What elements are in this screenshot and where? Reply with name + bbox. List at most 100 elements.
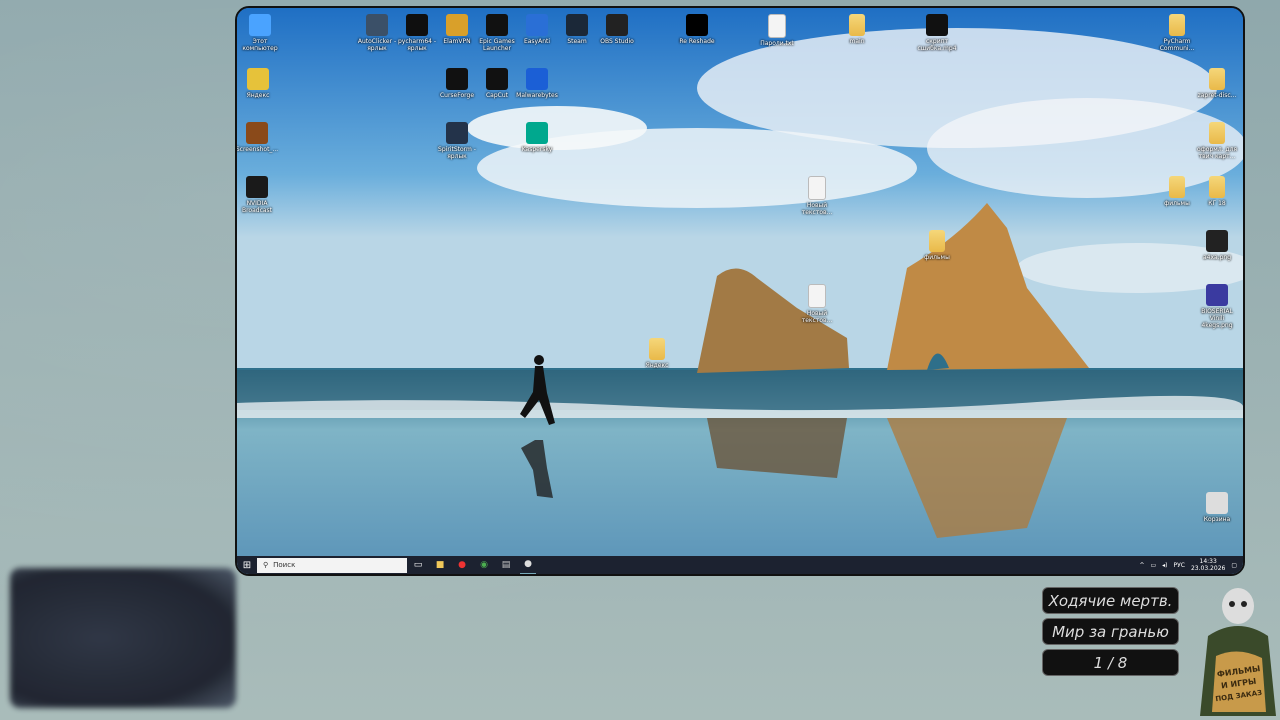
- document-icon: [808, 176, 826, 200]
- desktop-icon-label: PyCharm Communi...: [1159, 38, 1195, 52]
- chrome-icon[interactable]: ◉: [476, 556, 492, 574]
- desktop-icon[interactable]: Яндекс: [635, 338, 679, 369]
- desktop-icon[interactable]: Этот компьютер: [238, 14, 282, 52]
- desktop-icon-label: AutoClicker - ярлык: [357, 38, 397, 52]
- desktop-icon[interactable]: Malwarebytes: [515, 68, 559, 99]
- desktop-icon[interactable]: CapCut: [475, 68, 519, 99]
- desktop-icon[interactable]: скрипт сшибка.mp4: [915, 14, 959, 52]
- app-icon: [486, 14, 508, 36]
- folder-icon: [1209, 68, 1225, 90]
- desktop-icon[interactable]: main: [835, 14, 879, 45]
- folder-icon: [929, 230, 945, 252]
- app-icon: [1206, 230, 1228, 252]
- app-icon: [446, 68, 468, 90]
- desktop-icon-label: Screenshot_...: [235, 146, 279, 153]
- desktop-wallpaper: [237, 8, 1243, 574]
- desktop-icon[interactable]: Steam: [555, 14, 599, 45]
- webcam-feed-blurred: [10, 568, 236, 708]
- file-explorer-icon[interactable]: ■: [432, 556, 448, 574]
- obs-icon[interactable]: ●: [520, 555, 536, 574]
- notification-icon[interactable]: ▢: [1231, 562, 1237, 569]
- desktop-icon-label: a4xa.png: [1202, 254, 1232, 261]
- overlay-item-1: Ходячие мертв.: [1042, 587, 1179, 614]
- network-icon[interactable]: ▭: [1150, 562, 1156, 569]
- desktop-icon[interactable]: Пароли.txt: [755, 14, 799, 47]
- desktop-icon[interactable]: Re Reshade: [675, 14, 719, 45]
- desktop-icon[interactable]: pycharm64 - ярлык: [395, 14, 439, 52]
- desktop-icon-label: Этот компьютер: [242, 38, 278, 52]
- desktop-icon[interactable]: Screenshot_...: [235, 122, 279, 153]
- desktop-icon[interactable]: CurseForge: [435, 68, 479, 99]
- volume-icon[interactable]: ◂): [1162, 562, 1167, 569]
- mascot-logo: ФИЛЬМЫ И ИГРЫ ПОД ЗАКАЗ: [1200, 588, 1276, 716]
- desktop-icon[interactable]: OBS Studio: [595, 14, 639, 45]
- taskbar: ⊞ ⚲ Поиск ▭ ■ ● ◉ ▤ ● ^ ▭ ◂) РУС 14:33 2…: [237, 556, 1243, 574]
- app-icon: [526, 68, 548, 90]
- desktop-icon[interactable]: EasyAnti: [515, 14, 559, 45]
- overlay-counter-text: 1 / 8: [1093, 653, 1128, 672]
- desktop-icon[interactable]: Новый текстов...: [795, 284, 839, 324]
- desktop-icon-label: Re Reshade: [679, 38, 715, 45]
- yandex-browser-icon[interactable]: ●: [454, 556, 470, 574]
- language-indicator[interactable]: РУС: [1174, 562, 1185, 569]
- desktop-icon-label: Kaspersky: [521, 146, 553, 153]
- app-icon: [526, 122, 548, 144]
- recycle-bin-icon: [1206, 492, 1228, 514]
- desktop-icon-label: ElamVPN: [443, 38, 471, 45]
- overlay-item-1-text: Ходячие мертв.: [1048, 591, 1173, 610]
- app-icon: [486, 68, 508, 90]
- app-icon: [606, 14, 628, 36]
- desktop-icon[interactable]: КГ 18: [1195, 176, 1239, 207]
- desktop-icon[interactable]: ElamVPN: [435, 14, 479, 45]
- search-placeholder: Поиск: [273, 561, 296, 569]
- app-icon: [249, 14, 271, 36]
- desktop-icon[interactable]: Epic Games Launcher: [475, 14, 519, 52]
- desktop-icon-label: Корзина: [1203, 516, 1231, 523]
- desktop-icon[interactable]: NVIDIA Broadcast: [237, 176, 279, 214]
- chevron-up-icon[interactable]: ^: [1139, 562, 1144, 569]
- task-view-icon[interactable]: ▭: [410, 556, 426, 574]
- desktop-icon[interactable]: PyCharm Communi...: [1155, 14, 1199, 52]
- app-icon: [446, 14, 468, 36]
- desktop-icon[interactable]: оформл. для твич карт...: [1195, 122, 1239, 160]
- overlay-item-2-text: Мир за гранью: [1052, 622, 1169, 641]
- start-button[interactable]: ⊞: [237, 556, 257, 574]
- overlay-counter: 1 / 8: [1042, 649, 1179, 676]
- desktop-icon[interactable]: Новый текстов...: [795, 176, 839, 216]
- clock-date: 23.03.2026: [1190, 565, 1226, 572]
- desktop-icon-label: CapCut: [485, 92, 509, 99]
- desktop-icon[interactable]: BIOSERIAL Vinili 4kegs.png: [1195, 284, 1239, 329]
- app-icon: [686, 14, 708, 36]
- desktop-icon-label: EasyAnti: [523, 38, 551, 45]
- desktop-icon[interactable]: фильмы: [1155, 176, 1199, 207]
- overlay-item-2: Мир за гранью: [1042, 618, 1179, 645]
- desktop-icon[interactable]: Корзина: [1195, 492, 1239, 523]
- desktop-icon[interactable]: Яндекс: [237, 68, 280, 99]
- app-icon: [526, 14, 548, 36]
- app-icon: [246, 122, 268, 144]
- desktop-icon-label: фильмы: [924, 254, 950, 261]
- app-icon: [246, 176, 268, 198]
- document-icon: [808, 284, 826, 308]
- desktop-icon-label: Malwarebytes: [516, 92, 558, 99]
- desktop-icon-label: Epic Games Launcher: [479, 38, 515, 52]
- desktop-icon[interactable]: SpiritStorm - ярлык: [435, 122, 479, 160]
- app-icon: [406, 14, 428, 36]
- desktop-icon-label: КГ 18: [1208, 200, 1226, 207]
- desktop-icon-label: фильмы: [1164, 200, 1190, 207]
- desktop-icon[interactable]: фильмы: [915, 230, 959, 261]
- desktop-screen: Этот компьютер Яндекс Screenshot_... NVIDIA…: [235, 6, 1245, 576]
- desktop-icon[interactable]: AutoClicker - ярлык: [355, 14, 399, 52]
- desktop-icon-label: Steam: [567, 38, 587, 45]
- desktop-icon-label: Новый текстов...: [801, 310, 833, 324]
- clock-time: 14:33: [1199, 558, 1217, 565]
- desktop-icon[interactable]: Kaspersky: [515, 122, 559, 153]
- desktop-icon-label: оформл. для твич карт...: [1196, 146, 1238, 160]
- search-box[interactable]: ⚲ Поиск: [257, 557, 407, 573]
- desktop-icon[interactable]: zapret-disc...: [1195, 68, 1239, 99]
- clock[interactable]: 14:33 23.03.2026: [1191, 558, 1225, 572]
- desktop-icon-label: CurseForge: [439, 92, 475, 99]
- app-icon: [247, 68, 269, 90]
- desktop-icon[interactable]: a4xa.png: [1195, 230, 1239, 261]
- notepad-icon[interactable]: ▤: [498, 556, 514, 574]
